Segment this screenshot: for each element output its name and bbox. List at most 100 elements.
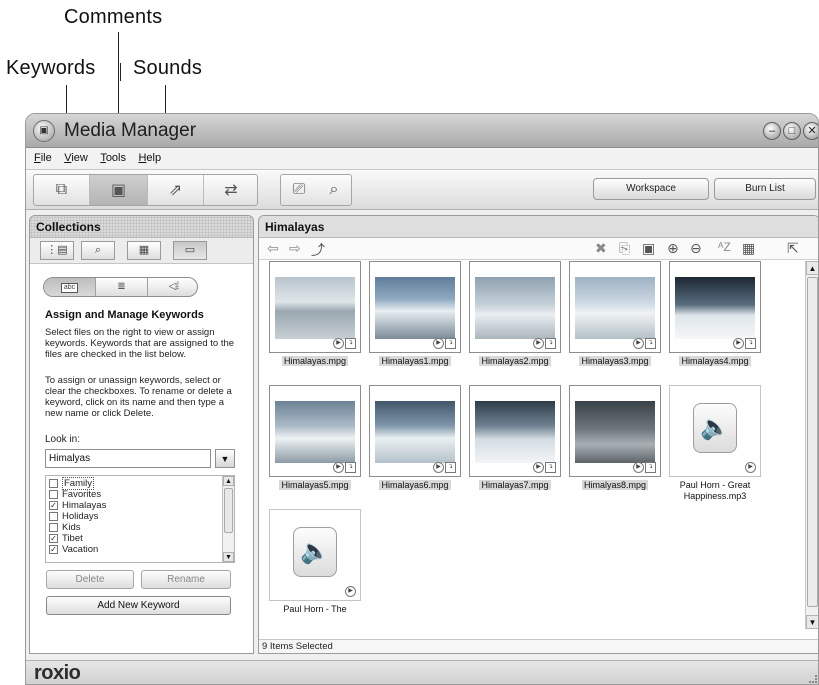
play-icon[interactable]: ▶: [745, 462, 756, 473]
keyword-item[interactable]: ✓ Tibet: [46, 533, 234, 544]
keyword-item[interactable]: Family: [46, 477, 234, 490]
media-item[interactable]: ▶ ↴ Himalayas5.mpg: [269, 385, 361, 491]
menu-file[interactable]: File: [32, 148, 58, 164]
media-item[interactable]: ▶ ↴ Himalayas2.mpg: [469, 261, 561, 367]
expand-icon[interactable]: ↴: [645, 462, 656, 473]
media-thumbnail[interactable]: ▶ ↴: [369, 385, 461, 477]
keywords-tab-icon[interactable]: ▭: [173, 241, 207, 260]
expand-icon[interactable]: ↴: [545, 338, 556, 349]
media-item[interactable]: ▶ ↴ Himalayas1.mpg: [369, 261, 461, 367]
media-thumbnail[interactable]: 🔈 ▶: [269, 509, 361, 601]
forward-icon[interactable]: ⇨: [289, 240, 301, 257]
view-options-icon[interactable]: ▦: [742, 240, 755, 257]
media-scroll-up-icon[interactable]: ▲: [806, 261, 818, 275]
scroll-down-icon[interactable]: ▼: [223, 552, 234, 562]
play-icon[interactable]: ▶: [733, 338, 744, 349]
delete-keyword-button[interactable]: Delete: [46, 570, 134, 589]
sounds-mode-button[interactable]: ◁⁞: [148, 278, 197, 296]
menu-help[interactable]: Help: [136, 148, 167, 164]
media-thumbnail[interactable]: ▶ ↴: [569, 261, 661, 353]
delete-icon[interactable]: ✖: [595, 240, 607, 257]
play-icon[interactable]: ▶: [533, 338, 544, 349]
media-item[interactable]: 🔈 ▶ Paul Horn - Great Happiness.mp3: [669, 385, 761, 502]
calendar-tab-icon[interactable]: ▦: [127, 241, 161, 260]
keyword-checkbox[interactable]: ✓: [49, 501, 58, 510]
keywords-mode-button[interactable]: abc: [44, 278, 96, 296]
search-tab-icon[interactable]: ⌕: [81, 241, 115, 260]
comments-mode-button[interactable]: ≣: [96, 278, 148, 296]
keyword-label[interactable]: Vacation: [62, 544, 98, 555]
media-thumbnail[interactable]: 🔈 ▶: [669, 385, 761, 477]
look-in-dropdown-icon[interactable]: ▼: [215, 449, 235, 468]
media-thumbnail[interactable]: ▶ ↴: [269, 261, 361, 353]
media-item[interactable]: ▶ ↴ Himalayas.mpg: [269, 261, 361, 367]
collections-view-icon[interactable]: ▣: [90, 175, 148, 205]
expand-icon[interactable]: ↴: [445, 462, 456, 473]
keyword-label[interactable]: Favorites: [62, 489, 101, 500]
menu-tools[interactable]: Tools: [98, 148, 132, 164]
play-icon[interactable]: ▶: [633, 338, 644, 349]
add-new-keyword-button[interactable]: Add New Keyword: [46, 596, 231, 615]
keyword-list-scrollbar[interactable]: ▲ ▼: [222, 476, 234, 562]
folders-view-icon[interactable]: ⧉: [34, 175, 90, 205]
play-icon[interactable]: ▶: [433, 338, 444, 349]
zoom-in-icon[interactable]: ⊕: [667, 240, 679, 257]
monitor-icon[interactable]: ⎚: [281, 175, 317, 205]
sync-icon[interactable]: ⇄: [204, 175, 258, 205]
media-item[interactable]: ▶ ↴ Himalayas7.mpg: [469, 385, 561, 491]
keyword-label[interactable]: Himalayas: [62, 500, 106, 511]
zoom-out-icon[interactable]: ⊖: [690, 240, 702, 257]
burn-list-button[interactable]: Burn List: [714, 178, 816, 200]
expand-icon[interactable]: ↴: [545, 462, 556, 473]
minimize-button[interactable]: –: [763, 122, 781, 140]
keyword-label[interactable]: Tibet: [62, 533, 83, 544]
keyword-item[interactable]: ✓ Himalayas: [46, 500, 234, 511]
keyword-label[interactable]: Kids: [62, 522, 80, 533]
expand-icon[interactable]: ↴: [445, 338, 456, 349]
expand-icon[interactable]: ↴: [345, 462, 356, 473]
workspace-button[interactable]: Workspace: [593, 178, 709, 200]
play-icon[interactable]: ▶: [333, 338, 344, 349]
media-item[interactable]: ▶ ↴ Himalayas3.mpg: [569, 261, 661, 367]
media-item[interactable]: ▶ ↴ Himalyas8.mpg: [569, 385, 661, 491]
media-item[interactable]: 🔈 ▶ Paul Horn - The: [269, 509, 361, 615]
keyword-item[interactable]: Kids: [46, 522, 234, 533]
play-icon[interactable]: ▶: [433, 462, 444, 473]
media-scrollbar[interactable]: ▲ ▼: [805, 261, 818, 629]
menu-view[interactable]: View: [62, 148, 94, 164]
back-icon[interactable]: ⇦: [267, 240, 279, 257]
expand-icon[interactable]: ↴: [645, 338, 656, 349]
play-icon[interactable]: ▶: [345, 586, 356, 597]
media-item[interactable]: ▶ ↴ Himalayas6.mpg: [369, 385, 461, 491]
media-thumbnail[interactable]: ▶ ↴: [569, 385, 661, 477]
rename-keyword-button[interactable]: Rename: [141, 570, 231, 589]
media-thumbnail[interactable]: ▶ ↴: [469, 261, 561, 353]
media-item[interactable]: ▶ ↴ Himalayas4.mpg: [669, 261, 761, 367]
close-button[interactable]: ✕: [803, 122, 818, 140]
keyword-item[interactable]: Holidays: [46, 511, 234, 522]
preview-icon[interactable]: ▣: [642, 240, 655, 257]
copy-icon[interactable]: ⎘: [619, 240, 630, 257]
keyword-checkbox[interactable]: ✓: [49, 534, 58, 543]
keyword-checkbox[interactable]: [49, 512, 58, 521]
keyword-checkbox[interactable]: [49, 479, 58, 488]
play-icon[interactable]: ▶: [333, 462, 344, 473]
look-in-select[interactable]: Himalyas: [45, 449, 211, 468]
play-icon[interactable]: ▶: [633, 462, 644, 473]
media-thumbnail[interactable]: ▶ ↴: [269, 385, 361, 477]
keyword-item[interactable]: ✓ Vacation: [46, 544, 234, 555]
sort-icon[interactable]: ᴬZ: [718, 240, 731, 254]
scroll-up-icon[interactable]: ▲: [223, 476, 234, 486]
scroll-thumb[interactable]: [224, 488, 233, 533]
search-icon[interactable]: ⌕: [317, 175, 351, 205]
tree-tab-icon[interactable]: ⋮▤: [40, 241, 74, 260]
keyword-item[interactable]: Favorites: [46, 489, 234, 500]
up-folder-icon[interactable]: ⤴: [311, 240, 325, 260]
media-thumbnail[interactable]: ▶ ↴: [369, 261, 461, 353]
play-icon[interactable]: ▶: [533, 462, 544, 473]
resize-grip[interactable]: [809, 675, 817, 683]
keyword-checkbox[interactable]: [49, 523, 58, 532]
share-icon[interactable]: ⇱: [787, 240, 799, 257]
expand-icon[interactable]: ↴: [345, 338, 356, 349]
media-thumbnail[interactable]: ▶ ↴: [469, 385, 561, 477]
